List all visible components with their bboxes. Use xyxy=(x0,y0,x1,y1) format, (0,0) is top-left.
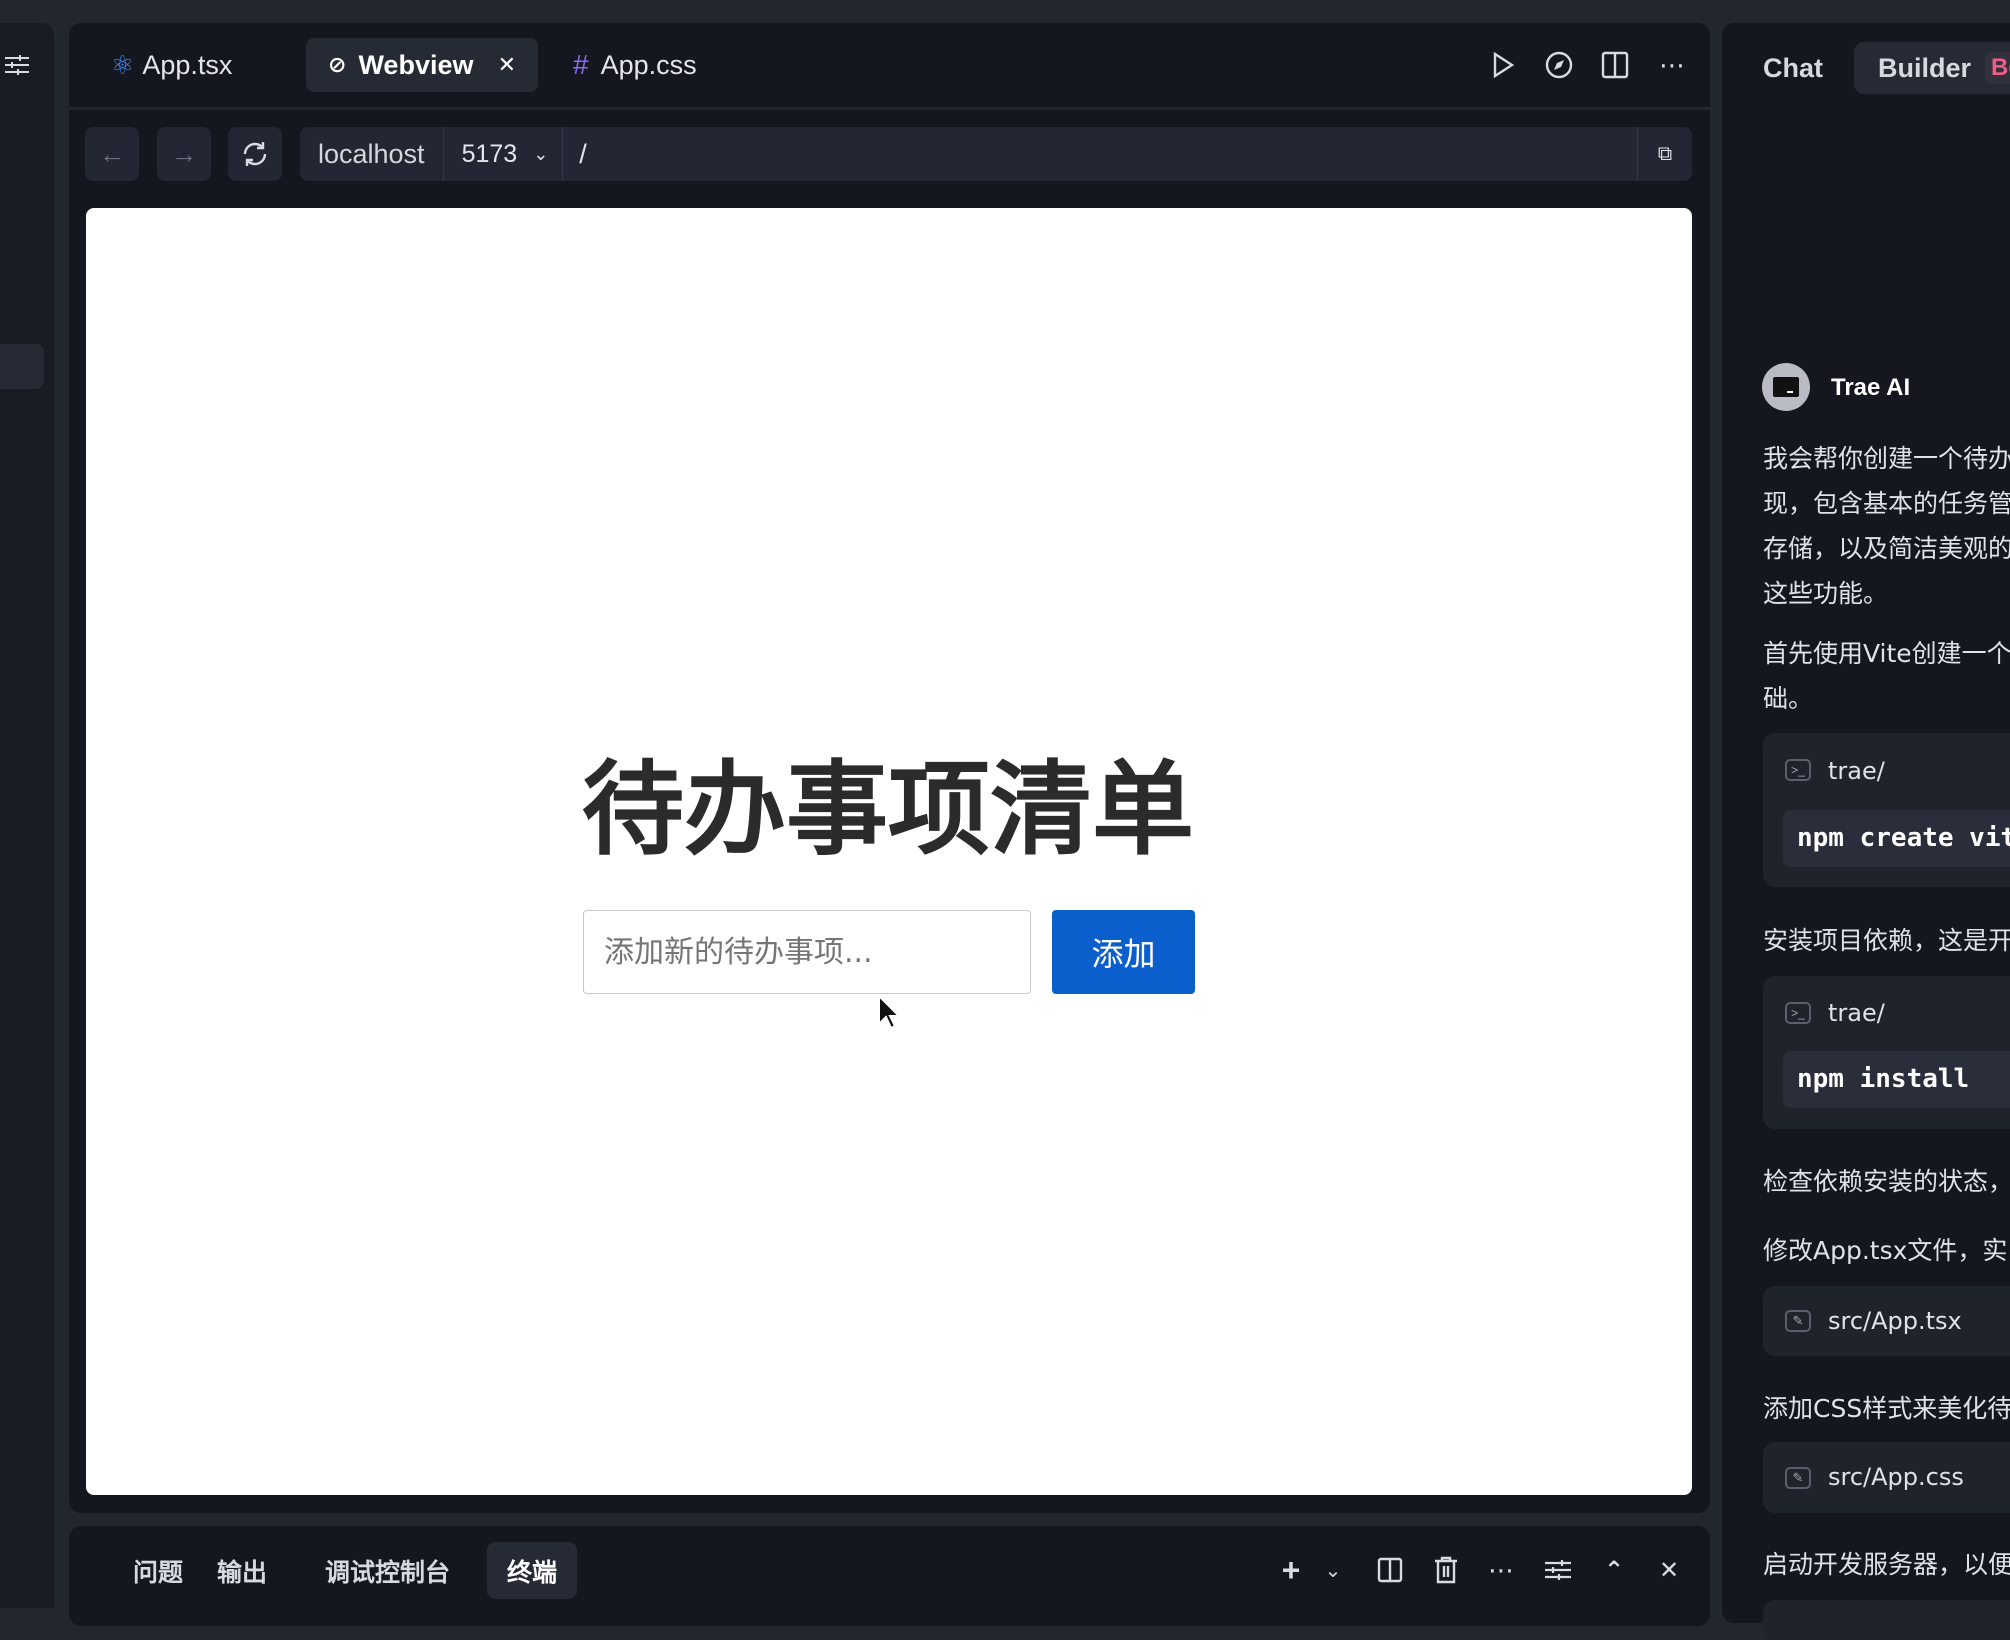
reload-button[interactable] xyxy=(228,127,282,181)
split-editor-icon[interactable] xyxy=(1598,48,1632,82)
close-panel-icon[interactable]: ✕ xyxy=(1654,1554,1684,1586)
chat-text: 现，包含基本的任务管 xyxy=(1763,484,2010,520)
more-icon[interactable]: ⋯ xyxy=(1486,1554,1516,1586)
avatar xyxy=(1762,363,1810,411)
chat-text: 安装项目依赖，这是开 xyxy=(1763,921,2010,957)
back-button[interactable]: ← xyxy=(85,127,139,181)
more-icon[interactable]: ⋯ xyxy=(1655,48,1689,82)
run-icon[interactable] xyxy=(1486,48,1520,82)
split-terminal-icon[interactable] xyxy=(1375,1554,1405,1586)
chat-text: 这些功能。 xyxy=(1763,574,1888,610)
tab-app-css[interactable]: # App.css xyxy=(573,38,697,92)
chevron-down-icon: ⌄ xyxy=(533,144,548,165)
reload-icon xyxy=(241,140,269,168)
tab-webview[interactable]: ⊘ Webview ✕ xyxy=(306,38,538,92)
command-block xyxy=(1763,1600,2010,1640)
tab-terminal[interactable]: 终端 xyxy=(487,1542,577,1599)
command-text[interactable]: npm create vit xyxy=(1783,810,2010,867)
page-title: 待办事项清单 xyxy=(488,728,1288,875)
author-name: Trae AI xyxy=(1831,374,1910,402)
chevron-down-icon[interactable]: ⌄ xyxy=(1320,1554,1346,1586)
sliders-icon[interactable] xyxy=(2,50,32,80)
file-name[interactable]: src/App.tsx xyxy=(1828,1307,1962,1335)
chat-text: 检查依赖安装的状态， xyxy=(1763,1162,2010,1198)
mouse-cursor-icon xyxy=(877,994,901,1030)
tab-debug-console[interactable]: 调试控制台 xyxy=(305,1542,470,1599)
sliders-icon[interactable] xyxy=(1543,1554,1573,1586)
command-text[interactable]: npm install xyxy=(1783,1051,2010,1108)
tab-problems[interactable]: 问题 xyxy=(113,1542,203,1599)
add-terminal-icon[interactable]: + xyxy=(1276,1554,1306,1586)
react-icon: ⚛ xyxy=(111,50,134,81)
chat-text: 础。 xyxy=(1763,679,1813,715)
terminal-icon: >_ xyxy=(1785,759,1811,781)
edit-icon: ✎ xyxy=(1785,1310,1811,1332)
sidebar-active-item[interactable] xyxy=(0,344,44,389)
command-dir: trae/ xyxy=(1828,999,1885,1027)
host-label: localhost xyxy=(300,127,444,181)
maximize-panel-icon[interactable]: ⌃ xyxy=(1599,1554,1629,1586)
address-bar[interactable]: localhost 5173 ⌄ / ⧉ xyxy=(300,127,1692,181)
beta-badge: Be xyxy=(1985,52,2010,84)
edit-icon: ✎ xyxy=(1785,1467,1811,1489)
chat-text: 修改App.tsx文件，实 xyxy=(1763,1231,2007,1267)
chat-text: 启动开发服务器，以便 xyxy=(1763,1545,2010,1581)
compass-icon[interactable] xyxy=(1542,48,1576,82)
forward-button[interactable]: → xyxy=(157,127,211,181)
left-sidebar xyxy=(0,23,54,1608)
copy-icon[interactable]: ⧉ xyxy=(1637,127,1692,181)
chat-text: 添加CSS样式来美化待 xyxy=(1763,1389,2010,1425)
tab-divider xyxy=(69,107,1710,110)
command-dir: trae/ xyxy=(1828,757,1885,785)
path-input[interactable]: / xyxy=(563,139,1637,170)
hash-icon: # xyxy=(573,49,589,81)
add-button[interactable]: 添加 xyxy=(1052,910,1195,994)
todo-input[interactable] xyxy=(583,910,1031,994)
webview-icon: ⊘ xyxy=(328,52,346,78)
close-icon[interactable]: ✕ xyxy=(498,52,516,78)
trash-icon[interactable] xyxy=(1431,1554,1461,1586)
tab-output[interactable]: 输出 xyxy=(197,1542,287,1599)
port-select[interactable]: 5173 ⌄ xyxy=(444,127,564,181)
file-name[interactable]: src/App.css xyxy=(1828,1463,1964,1491)
tab-chat[interactable]: Chat xyxy=(1763,53,1823,84)
tab-app-tsx[interactable]: ⚛ App.tsx xyxy=(107,38,236,92)
terminal-icon: >_ xyxy=(1785,1002,1811,1024)
tab-builder[interactable]: Builder Be xyxy=(1854,42,2010,94)
chat-text: 首先使用Vite创建一个 xyxy=(1763,634,2010,670)
chat-text: 我会帮你创建一个待办 xyxy=(1763,439,2010,475)
chat-text: 存储，以及简洁美观的 xyxy=(1763,529,2010,565)
